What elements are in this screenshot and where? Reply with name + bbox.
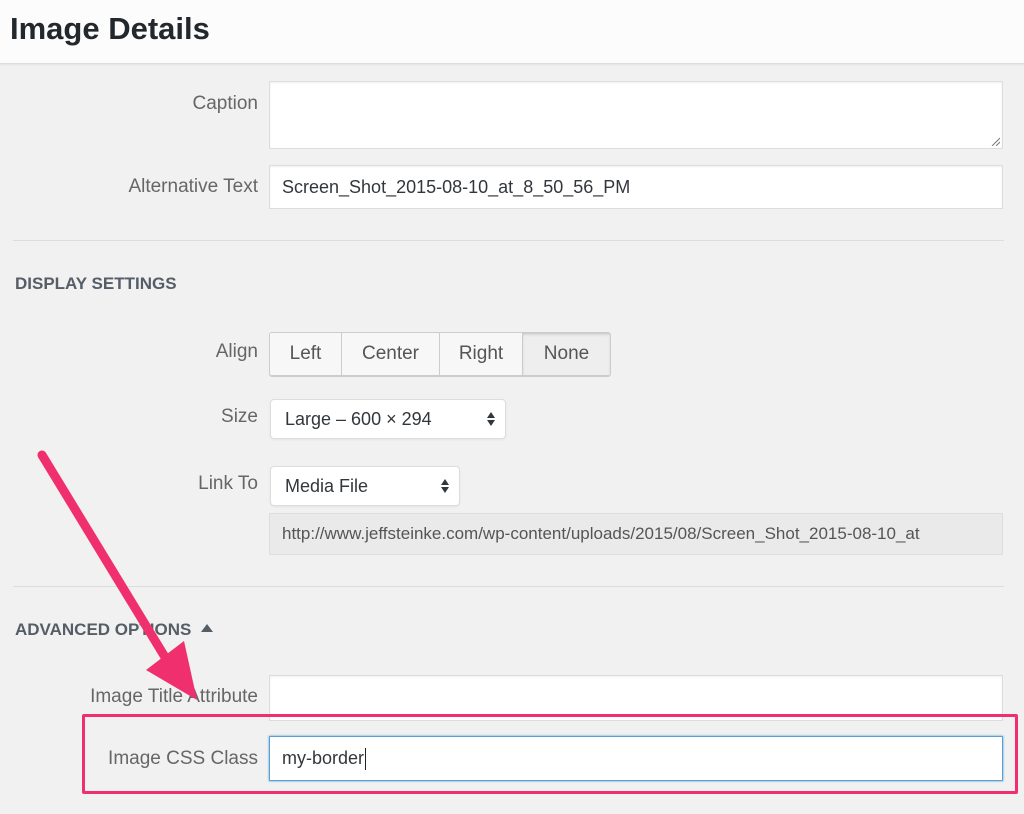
annotation-arrow-icon xyxy=(37,450,197,700)
